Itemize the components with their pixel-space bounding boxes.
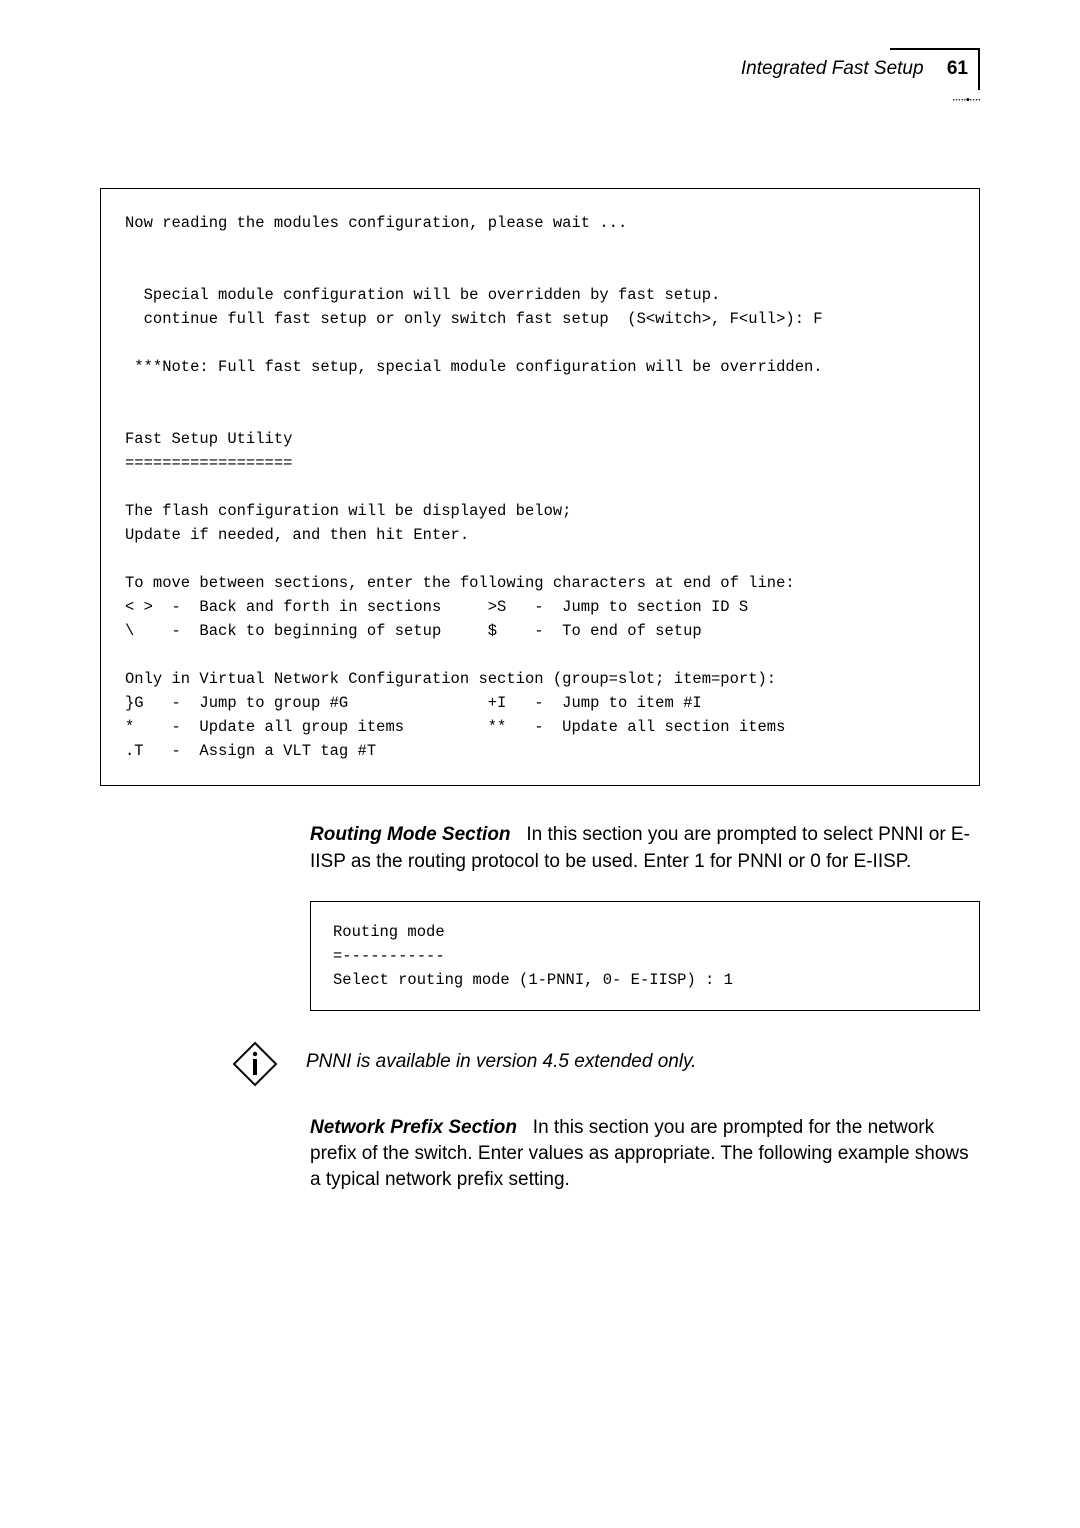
header-title-text: Integrated Fast Setup — [741, 58, 924, 79]
terminal-output-main: Now reading the modules configuration, p… — [100, 188, 980, 786]
network-prefix-title: Network Prefix Section — [310, 1117, 517, 1138]
page-header: Integrated Fast Setup 61 ·····•···· — [100, 58, 980, 128]
routing-mode-title: Routing Mode Section — [310, 824, 511, 845]
header-running-title: Integrated Fast Setup 61 — [741, 58, 968, 80]
info-icon — [232, 1041, 278, 1087]
info-note-text: PNNI is available in version 4.5 extende… — [306, 1041, 696, 1073]
header-dots-decoration: ·····•···· — [951, 92, 980, 108]
network-prefix-paragraph: Network Prefix Section In this section y… — [310, 1115, 980, 1194]
page-number: 61 — [947, 58, 968, 79]
routing-mode-paragraph: Routing Mode Section In this section you… — [310, 822, 980, 874]
info-note-row: PNNI is available in version 4.5 extende… — [232, 1041, 980, 1087]
terminal-output-routing: Routing mode =----------- Select routing… — [310, 901, 980, 1011]
